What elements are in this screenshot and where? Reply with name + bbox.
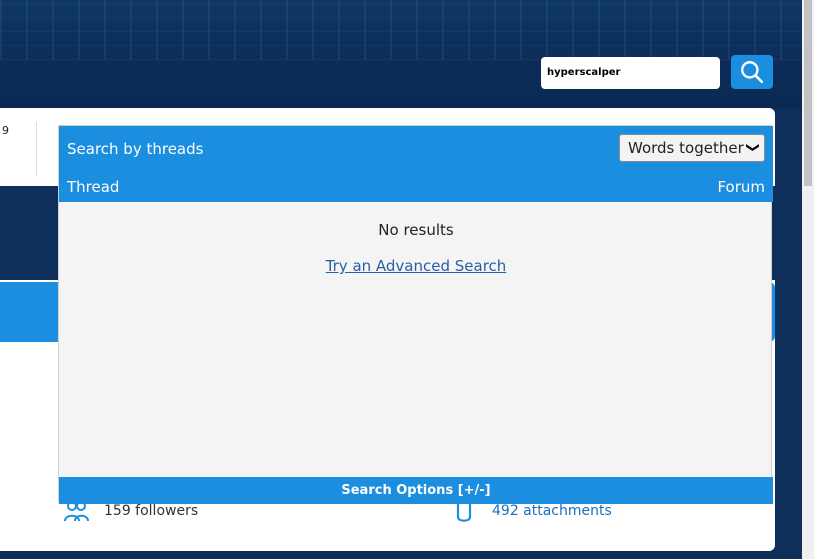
search-results-dropdown: Search by threads Words together ❯ Threa… (58, 125, 773, 504)
advanced-search-link[interactable]: Try an Advanced Search (59, 257, 773, 275)
search-options-toggle[interactable]: Search Options [+/-] (59, 477, 773, 504)
search-button[interactable] (731, 55, 773, 89)
search-mode-select[interactable]: Words together ❯ (619, 134, 765, 162)
search-mode-value: Words together (628, 139, 744, 157)
chevron-down-icon: ❯ (745, 142, 761, 153)
search-input[interactable]: hyperscalper (541, 57, 720, 89)
stat-value-fragment: 9 (2, 124, 9, 137)
search-icon (741, 61, 764, 84)
stats-strip (0, 108, 60, 186)
page-header-banner (0, 0, 802, 108)
stat-divider (36, 122, 37, 176)
header-background-pattern (0, 0, 802, 60)
column-header-forum: Forum (717, 178, 765, 196)
page-scrollbar[interactable] (802, 0, 814, 559)
scrollbar-thumb[interactable] (804, 0, 812, 186)
attachments-count: 492 attachments (492, 503, 612, 519)
column-header-thread: Thread (67, 178, 120, 196)
dropdown-title: Search by threads (67, 140, 204, 158)
empty-results-message: No results (378, 221, 454, 239)
dropdown-header: Search by threads Words together ❯ Threa… (59, 126, 773, 202)
followers-count: 159 followers (104, 503, 199, 519)
